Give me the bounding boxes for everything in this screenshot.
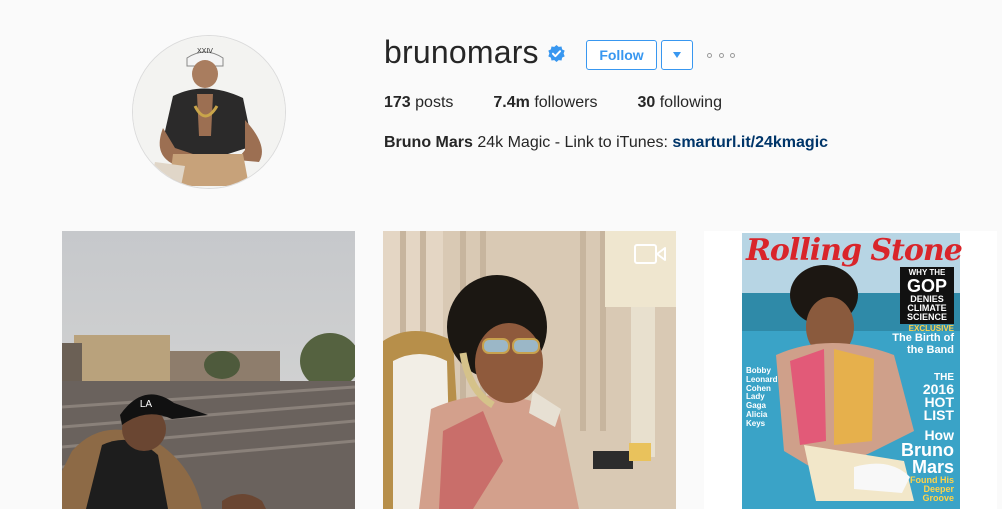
- svg-text:LA: LA: [140, 399, 153, 410]
- cover-text: GOP: [906, 276, 947, 296]
- profile-bio: Bruno Mars 24k Magic - Link to iTunes: s…: [384, 134, 828, 152]
- followers-label: followers: [534, 94, 598, 111]
- follow-button[interactable]: Follow: [586, 40, 657, 70]
- followers-count: 7.4m: [493, 94, 530, 111]
- magazine-exclusive: EXCLUSIVE The Birth of the Band: [878, 324, 954, 356]
- avatar-image: XXIV: [133, 36, 285, 188]
- verified-badge-icon: [548, 44, 565, 63]
- cover-text: Mars: [911, 457, 954, 478]
- cover-text: the Band: [906, 343, 954, 356]
- magazine-cover: Rolling Stone WHY THE GOP DENIES CLIMATE…: [742, 233, 963, 509]
- caret-down-icon: [673, 52, 681, 58]
- post-image: [383, 231, 676, 509]
- magazine-left-names: Bobby Leonard Cohen Lady Gaga Alicia Key…: [746, 366, 786, 429]
- full-name: Bruno Mars: [384, 134, 473, 151]
- profile-stats: 173 posts 7.4m followers 30 following: [384, 94, 762, 112]
- following-label: following: [659, 94, 722, 111]
- magazine-cover-line: How Bruno Mars Found His Deeper Groove: [882, 428, 954, 503]
- ellipsis-icon: [707, 52, 712, 58]
- ellipsis-icon: [730, 52, 735, 58]
- bio-text: 24k Magic - Link to iTunes:: [477, 134, 668, 151]
- magazine-top-right: WHY THE GOP DENIES CLIMATE SCIENCE: [900, 267, 954, 324]
- more-options-button[interactable]: [707, 49, 735, 61]
- cover-text: LIST: [923, 407, 954, 424]
- post-thumbnail[interactable]: [383, 231, 676, 509]
- magazine-masthead: Rolling Stone: [746, 233, 963, 268]
- post-thumbnail[interactable]: LA: [62, 231, 355, 509]
- cover-text: Keys: [746, 418, 766, 428]
- profile-username: brunomars: [384, 34, 539, 70]
- magazine-list: THE 2016 HOT LIST: [898, 373, 954, 424]
- video-camera-icon: [634, 244, 666, 264]
- cover-text: SCIENCE: [906, 312, 947, 322]
- posts-count: 173: [384, 94, 411, 111]
- posts-label: posts: [415, 94, 454, 111]
- post-image: LA: [62, 231, 355, 509]
- svg-text:XXIV: XXIV: [197, 48, 213, 55]
- posts-stat: 173 posts: [384, 94, 453, 112]
- post-thumbnail[interactable]: Rolling Stone WHY THE GOP DENIES CLIMATE…: [704, 231, 997, 509]
- following-count: 30: [637, 94, 656, 111]
- ellipsis-icon: [718, 52, 724, 58]
- cover-text: Groove: [922, 492, 954, 503]
- followers-stat[interactable]: 7.4m followers: [493, 94, 597, 112]
- profile-avatar[interactable]: XXIV: [132, 35, 286, 189]
- bio-link[interactable]: smarturl.it/24kmagic: [672, 134, 828, 151]
- following-stat[interactable]: 30 following: [637, 94, 722, 112]
- suggestions-dropdown-button[interactable]: [661, 40, 693, 70]
